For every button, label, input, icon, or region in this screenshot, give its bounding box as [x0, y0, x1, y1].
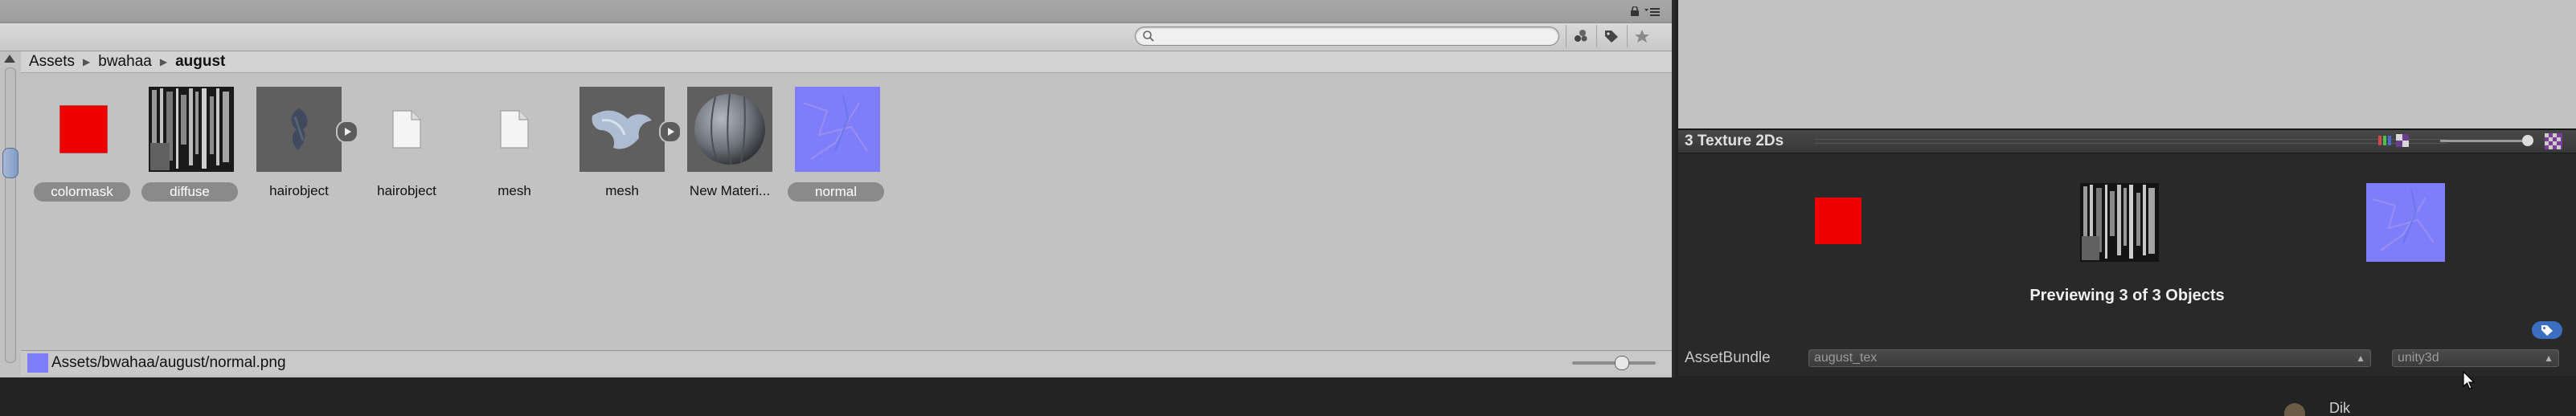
- asset-label[interactable]: colormask: [34, 182, 130, 202]
- selected-asset-icon: [27, 353, 48, 373]
- avatar: [2284, 403, 2305, 416]
- prefab-thumbnail[interactable]: [579, 87, 665, 172]
- slider-track[interactable]: [1572, 361, 1656, 365]
- asset-label[interactable]: mesh: [460, 183, 569, 199]
- thumbnail-size-slider[interactable]: [1572, 356, 1656, 370]
- preview-normal: [2366, 183, 2445, 262]
- rgb-channel-icon[interactable]: [2377, 133, 2392, 148]
- assetbundle-variant-select[interactable]: unity3d ▲: [2392, 349, 2559, 367]
- label-tag-icon: [2541, 325, 2553, 336]
- selected-asset-path: Assets/bwahaa/august/normal.png: [51, 354, 286, 371]
- assetbundle-variant-value: unity3d: [2398, 351, 2439, 365]
- assetbundle-row: AssetBundle august_tex ▲ unity3d ▲: [1678, 344, 2576, 373]
- panel-menu-icon[interactable]: [1644, 7, 1661, 17]
- favorites-button[interactable]: [1627, 25, 1657, 47]
- file-thumbnail[interactable]: [364, 87, 449, 172]
- lock-icon[interactable]: [1630, 6, 1640, 16]
- asset-item-hairobject-file[interactable]: hairobject: [352, 87, 453, 215]
- scroll-up-arrow-icon[interactable]: [4, 55, 15, 63]
- breadcrumb-assets[interactable]: Assets: [29, 53, 75, 71]
- status-bar: Assets/bwahaa/august/normal.png: [21, 350, 1672, 375]
- vertical-scrollbar[interactable]: [0, 51, 21, 413]
- diffuse-texture-icon: [2080, 183, 2159, 262]
- document-icon: [392, 110, 421, 149]
- play-arrow-icon: [345, 128, 351, 136]
- texture-thumbnail[interactable]: [149, 87, 234, 172]
- asset-label[interactable]: mesh: [567, 183, 677, 199]
- star-icon: [1635, 30, 1649, 43]
- filter-by-type-icon: [1575, 30, 1587, 42]
- breadcrumb: Assets ▶ bwahaa ▶ august: [29, 51, 225, 72]
- normal-map-texture-icon: [2366, 183, 2445, 262]
- search-field[interactable]: [1135, 27, 1559, 46]
- empty-panel-area: [1678, 0, 2576, 128]
- asset-preview-panel: 3 Texture 2Ds Previewing 3 of 3 Objects …: [1678, 128, 2576, 376]
- asset-label-button[interactable]: [2532, 321, 2562, 339]
- asset-label[interactable]: hairobject: [352, 183, 461, 199]
- asset-item-diffuse[interactable]: diffuse: [137, 87, 238, 215]
- play-arrow-icon: [668, 128, 674, 136]
- label-tag-icon: [1605, 31, 1618, 43]
- breadcrumb-bar: Assets ▶ bwahaa ▶ august: [0, 51, 1672, 73]
- breadcrumb-separator-icon: ▶: [159, 56, 168, 67]
- panel-tab-bar: [0, 0, 1672, 23]
- bottom-taskbar-strip: Dik: [0, 377, 2576, 416]
- texture-thumbnail[interactable]: [795, 87, 880, 172]
- asset-label[interactable]: New Materi...: [675, 183, 784, 199]
- breadcrumb-separator-icon: ▶: [83, 56, 91, 67]
- preview-size-slider[interactable]: [2440, 135, 2533, 148]
- document-icon: [500, 110, 529, 149]
- project-toolbar: [0, 23, 1672, 51]
- breadcrumb-august[interactable]: august: [175, 53, 225, 71]
- search-icon: [1143, 31, 1154, 42]
- project-panel: Assets ▶ bwahaa ▶ august colormask diffu…: [0, 0, 1675, 413]
- slider-knob[interactable]: [1615, 356, 1629, 370]
- asset-item-mesh-file[interactable]: mesh: [460, 87, 561, 215]
- diffuse-texture-icon: [149, 87, 234, 172]
- bottom-strip-text: Dik: [2329, 400, 2350, 416]
- asset-item-mesh-prefab[interactable]: mesh: [567, 87, 682, 215]
- asset-item-hairobject-prefab[interactable]: hairobject: [244, 87, 358, 215]
- dropdown-arrows-icon: ▲: [2544, 353, 2553, 364]
- asset-label[interactable]: hairobject: [244, 183, 354, 199]
- asset-label[interactable]: normal: [788, 182, 884, 202]
- preview-colormask: [1815, 198, 1861, 244]
- normal-map-texture-icon: [795, 87, 880, 172]
- mouse-cursor-icon: [2463, 371, 2476, 389]
- hair-model-icon: [291, 108, 308, 150]
- preview-diffuse: [2080, 183, 2159, 262]
- panel-menu-controls: [1630, 6, 1661, 18]
- mesh-model-icon: [592, 110, 652, 149]
- assetbundle-name-select[interactable]: august_tex ▲: [1808, 349, 2371, 367]
- mip-level-icon[interactable]: [2395, 133, 2410, 148]
- colormask-texture-icon: [59, 105, 108, 153]
- filter-by-label-button[interactable]: [1596, 25, 1626, 47]
- assetbundle-name-value: august_tex: [1814, 351, 1878, 365]
- texture-thumbnail[interactable]: [41, 87, 126, 172]
- scroll-track[interactable]: [5, 67, 16, 363]
- asset-item-material[interactable]: New Materi...: [675, 87, 776, 215]
- channel-buttons: [2374, 133, 2410, 148]
- asset-item-normal[interactable]: normal: [783, 87, 884, 215]
- assetbundle-label: AssetBundle: [1685, 349, 1771, 366]
- asset-item-colormask[interactable]: colormask: [29, 87, 130, 215]
- preview-caption: Previewing 3 of 3 Objects: [2029, 287, 2225, 304]
- material-thumbnail[interactable]: [687, 87, 772, 172]
- drag-handle[interactable]: [1815, 139, 2447, 144]
- filter-by-type-button[interactable]: [1566, 25, 1595, 47]
- file-thumbnail[interactable]: [472, 87, 557, 172]
- scroll-thumb[interactable]: [2, 148, 18, 178]
- breadcrumb-bwahaa[interactable]: bwahaa: [98, 53, 152, 71]
- preview-header: 3 Texture 2Ds: [1678, 130, 2576, 153]
- preview-title: 3 Texture 2Ds: [1685, 133, 1784, 149]
- alpha-checker-icon[interactable]: [2545, 133, 2562, 149]
- material-sphere-icon: [694, 93, 765, 165]
- asset-grid: colormask diffuse hairobject hairobject …: [29, 77, 1661, 350]
- slider-knob[interactable]: [2522, 135, 2533, 146]
- asset-label[interactable]: diffuse: [141, 182, 238, 202]
- prefab-thumbnail[interactable]: [256, 87, 342, 172]
- search-input[interactable]: [1160, 28, 1546, 43]
- dropdown-arrows-icon: ▲: [2356, 353, 2365, 364]
- slider-track[interactable]: [2440, 140, 2533, 142]
